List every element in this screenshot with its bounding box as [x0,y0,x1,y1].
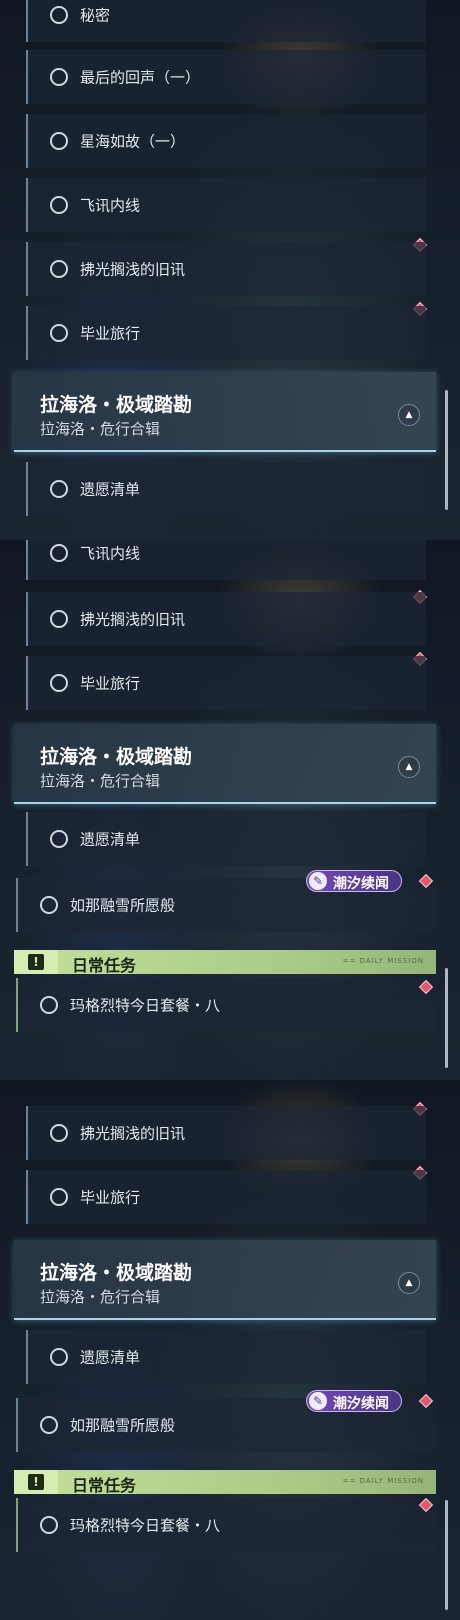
quest-label: 拂光搁浅的旧讯 [80,260,186,279]
daily-icon-box: ! [14,950,58,974]
quest-item-daily[interactable]: 玛格烈特今日套餐・八 [16,1498,436,1552]
quest-label: 如那融雪所愿般 [70,1416,176,1435]
quest-item-graduation[interactable]: 毕业旅行 [26,306,426,360]
radio-icon [50,1348,68,1366]
radio-icon [40,996,58,1014]
quest-item-graduation[interactable]: 毕业旅行 [26,1170,426,1224]
quest-label: 如那融雪所愿般 [70,896,176,915]
banner-subtitle: 拉海洛・危行合辑 [40,420,161,438]
quest-item-star-sea[interactable]: 星海如故（一） [26,114,426,168]
region-banner[interactable]: 拉海洛・极域踏勘 拉海洛・危行合辑 ▲ [14,372,436,452]
radio-icon [50,480,68,498]
quest-item-old-news[interactable]: 拂光搁浅的旧讯 [26,242,426,296]
quest-item-old-news[interactable]: 拂光搁浅的旧讯 [26,592,426,646]
tide-news-tag: ✎ 潮汐续闻 [306,870,402,892]
feather-icon: ✎ [309,872,327,890]
tag-label: 潮汐续闻 [333,1396,389,1412]
triangle-up-icon[interactable]: ▲ [398,756,420,778]
radio-icon [50,260,68,278]
quest-item-wish-list[interactable]: 遗愿清单 [26,462,426,516]
daily-header-label: 日常任务 [72,956,137,975]
radio-icon [40,1416,58,1434]
radio-icon [50,132,68,150]
radio-icon [50,6,68,24]
radio-icon [50,1124,68,1142]
quest-label: 飞讯内线 [80,544,141,563]
quest-label: 最后的回声（一） [80,68,201,87]
exclamation-icon: ! [28,1474,44,1490]
quest-item-feixun[interactable]: 飞讯内线 [26,178,426,232]
quest-label: 遗愿清单 [80,1348,141,1367]
banner-subtitle: 拉海洛・危行合辑 [40,772,161,790]
banner-subtitle: 拉海洛・危行合辑 [40,1288,161,1306]
quest-label: 玛格烈特今日套餐・八 [70,996,221,1015]
tag-label: 潮汐续闻 [333,876,389,892]
radio-icon [50,674,68,692]
banner-title: 拉海洛・极域踏勘 [40,746,193,768]
daily-mission-header: ! 日常任务 == DAILY MISSION [14,1470,436,1495]
daily-icon-box: ! [14,1470,58,1494]
quest-label: 毕业旅行 [80,1188,141,1207]
radio-icon [50,68,68,86]
quest-label: 遗愿清单 [80,830,141,849]
radio-icon [50,610,68,628]
quest-label: 拂光搁浅的旧讯 [80,610,186,629]
banner-title: 拉海洛・极域踏勘 [40,1262,193,1284]
region-banner[interactable]: 拉海洛・极域踏勘 拉海洛・危行合辑 ▲ [14,1240,436,1320]
quest-label: 星海如故（一） [80,132,186,151]
quest-list-panel-2: 飞讯内线 拂光搁浅的旧讯 毕业旅行 拉海洛・极域踏勘 拉海洛・危行合辑 ▲ 遗愿… [0,540,460,1080]
daily-header-deco: == DAILY MISSION [342,1477,424,1485]
quest-label: 秘密 [80,6,111,25]
daily-header-label: 日常任务 [72,1476,137,1495]
radio-icon [50,324,68,342]
exclamation-icon: ! [28,954,44,970]
quest-item-wish-list[interactable]: 遗愿清单 [26,812,426,866]
quest-item-final-echo[interactable]: 最后的回声（一） [26,50,426,104]
quest-label: 飞讯内线 [80,196,141,215]
quest-label: 拂光搁浅的旧讯 [80,1124,186,1143]
banner-title: 拉海洛・极域踏勘 [40,394,193,416]
quest-item-old-news[interactable]: 拂光搁浅的旧讯 [26,1106,426,1160]
quest-item-wish-list[interactable]: 遗愿清单 [26,1330,426,1384]
quest-list-panel-1: 秘密 最后的回声（一） 星海如故（一） 飞讯内线 拂光搁浅的旧讯 毕业旅行 拉海… [0,0,460,540]
tide-news-tag: ✎ 潮汐续闻 [306,1390,402,1412]
radio-icon [50,544,68,562]
radio-icon [50,830,68,848]
daily-mission-header: ! 日常任务 == DAILY MISSION [14,950,436,975]
region-banner[interactable]: 拉海洛・极域踏勘 拉海洛・危行合辑 ▲ [14,724,436,804]
quest-label: 毕业旅行 [80,324,141,343]
radio-icon [40,1516,58,1534]
triangle-up-icon[interactable]: ▲ [398,1272,420,1294]
radio-icon [40,896,58,914]
quest-label: 遗愿清单 [80,480,141,499]
quest-label: 毕业旅行 [80,674,141,693]
radio-icon [50,1188,68,1206]
feather-icon: ✎ [309,1392,327,1410]
triangle-up-icon[interactable]: ▲ [398,404,420,426]
daily-header-deco: == DAILY MISSION [342,957,424,965]
quest-item-graduation[interactable]: 毕业旅行 [26,656,426,710]
quest-item-secret[interactable]: 秘密 [26,0,426,42]
quest-label: 玛格烈特今日套餐・八 [70,1516,221,1535]
quest-list-panel-3: 拂光搁浅的旧讯 毕业旅行 拉海洛・极域踏勘 拉海洛・危行合辑 ▲ 遗愿清单 如那… [0,1080,460,1620]
radio-icon [50,196,68,214]
quest-item-daily[interactable]: 玛格烈特今日套餐・八 [16,978,436,1032]
quest-item-feixun[interactable]: 飞讯内线 [26,540,426,580]
